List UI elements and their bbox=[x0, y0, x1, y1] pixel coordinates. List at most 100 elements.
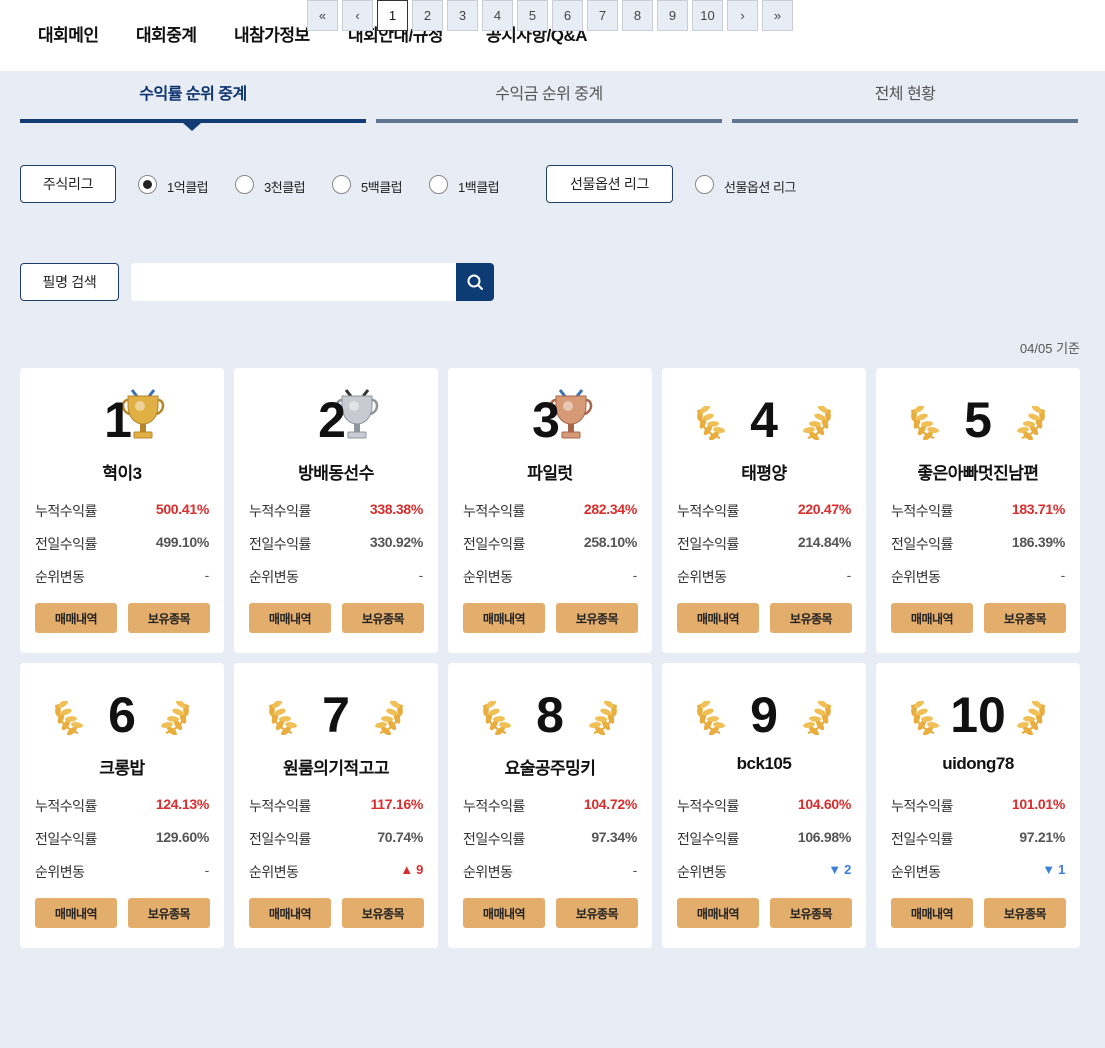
rank-badge: 5 bbox=[876, 384, 1080, 450]
holdings-button[interactable]: 보유종목 bbox=[984, 898, 1066, 928]
row-label: 전일수익률 bbox=[677, 536, 739, 552]
holdings-button[interactable]: 보유종목 bbox=[556, 603, 638, 633]
cumulative-return-row: 누적수익률 338.38% bbox=[249, 501, 423, 521]
row-label: 누적수익률 bbox=[677, 503, 739, 519]
cumulative-return-value: 338.38% bbox=[369, 501, 423, 517]
radio-label: 3천클럽 bbox=[264, 180, 306, 195]
next-page-button[interactable]: › bbox=[727, 0, 758, 31]
row-label: 전일수익률 bbox=[891, 831, 953, 847]
trade-history-button[interactable]: 매매내역 bbox=[35, 898, 117, 928]
trade-history-button[interactable]: 매매내역 bbox=[891, 898, 973, 928]
row-label: 순위변동 bbox=[463, 864, 513, 880]
rank-change-row: 순위변동 - bbox=[35, 862, 209, 882]
previous-return-row: 전일수익률 97.21% bbox=[891, 829, 1065, 849]
tab-profit-amount[interactable]: 수익금 순위 중계 bbox=[376, 71, 722, 125]
trade-history-button[interactable]: 매매내역 bbox=[463, 898, 545, 928]
tab-label: 수익률 순위 중계 bbox=[139, 86, 247, 103]
reference-date: 04/05 기준 bbox=[1019, 341, 1080, 356]
holdings-button[interactable]: 보유종목 bbox=[342, 898, 424, 928]
tab-underline bbox=[376, 119, 722, 123]
ranking-card: 5 좋은아빠멋진남편 누적수익률 183.71% 전일수익률 186.39% 순위변동 - 매매… bbox=[876, 368, 1080, 653]
row-label: 누적수익률 bbox=[249, 503, 311, 519]
trade-history-button[interactable]: 매매내역 bbox=[677, 898, 759, 928]
prev-page-button[interactable]: ‹ bbox=[342, 0, 373, 31]
holdings-button[interactable]: 보유종목 bbox=[128, 898, 210, 928]
previous-return-value: 106.98% bbox=[797, 829, 851, 845]
holdings-button[interactable]: 보유종목 bbox=[128, 603, 210, 633]
rank-change-value: - bbox=[204, 567, 210, 583]
search-button[interactable] bbox=[456, 263, 494, 301]
trade-history-button[interactable]: 매매내역 bbox=[35, 603, 117, 633]
trade-history-button[interactable]: 매매내역 bbox=[463, 603, 545, 633]
rank-change-row: 순위변동 ▼ 1 bbox=[891, 862, 1065, 882]
previous-return-value: 330.92% bbox=[369, 534, 423, 550]
holdings-button[interactable]: 보유종목 bbox=[770, 603, 852, 633]
holdings-button[interactable]: 보유종목 bbox=[770, 898, 852, 928]
rank-change-value: - bbox=[846, 567, 852, 583]
search-icon bbox=[467, 274, 483, 290]
nickname-search-label-button[interactable]: 필명 검색 bbox=[20, 263, 119, 301]
rank-change-row: 순위변동 ▲ 9 bbox=[249, 862, 423, 882]
nav-item-broadcast[interactable]: 대회중계 bbox=[136, 21, 197, 46]
rank-change-row: 순위변동 - bbox=[677, 567, 851, 587]
cumulative-return-row: 누적수익률 124.13% bbox=[35, 796, 209, 816]
page-button[interactable]: 10 bbox=[692, 0, 723, 31]
rank-badge: 6 bbox=[20, 679, 224, 745]
previous-return-value: 97.21% bbox=[1019, 829, 1065, 845]
rank-badge: 7 bbox=[234, 679, 438, 745]
tab-overview[interactable]: 전체 현황 bbox=[732, 71, 1078, 125]
laurel-wreath-right-icon bbox=[160, 699, 198, 736]
page-button[interactable]: 2 bbox=[412, 0, 443, 31]
previous-return-value: 97.34% bbox=[591, 829, 637, 845]
page-button[interactable]: 8 bbox=[622, 0, 653, 31]
page-button[interactable]: 6 bbox=[552, 0, 583, 31]
row-label: 순위변동 bbox=[249, 864, 299, 880]
laurel-wreath-right-icon bbox=[1016, 699, 1054, 736]
page-button[interactable]: 1 bbox=[377, 0, 408, 31]
last-page-button[interactable]: » bbox=[762, 0, 793, 31]
row-label: 누적수익률 bbox=[249, 798, 311, 814]
holdings-button[interactable]: 보유종목 bbox=[556, 898, 638, 928]
trade-history-button[interactable]: 매매내역 bbox=[891, 603, 973, 633]
page-button[interactable]: 7 bbox=[587, 0, 618, 31]
nav-item-main[interactable]: 대회메인 bbox=[38, 21, 99, 46]
previous-return-row: 전일수익률 214.84% bbox=[677, 534, 851, 554]
holdings-button[interactable]: 보유종목 bbox=[984, 603, 1066, 633]
player-nickname: 요술공주밍키 bbox=[504, 759, 596, 778]
page-button[interactable]: 4 bbox=[482, 0, 513, 31]
rank-number: 3 bbox=[532, 392, 560, 448]
radio-label: 선물옵션 리그 bbox=[724, 180, 796, 195]
first-page-button[interactable]: « bbox=[307, 0, 338, 31]
rank-change-value: - bbox=[1060, 567, 1066, 583]
trade-history-button[interactable]: 매매내역 bbox=[677, 603, 759, 633]
previous-return-value: 258.10% bbox=[583, 534, 637, 550]
previous-return-value: 214.84% bbox=[797, 534, 851, 550]
page-button[interactable]: 9 bbox=[657, 0, 688, 31]
ranking-card: 2 방배동선수 누적수익률 338.38% 전일수익률 330.92% 순위변동 - 매매내역 보… bbox=[234, 368, 438, 653]
page-button[interactable]: 5 bbox=[517, 0, 548, 31]
rank-change-value: ▼ 1 bbox=[1042, 862, 1065, 877]
search-input[interactable] bbox=[131, 263, 456, 301]
tab-return-rate[interactable]: 수익률 순위 중계 bbox=[20, 71, 366, 131]
radio-circle bbox=[235, 175, 254, 194]
cumulative-return-value: 124.13% bbox=[155, 796, 209, 812]
ranking-card: 8 요술공주밍키 누적수익률 104.72% 전일수익률 97.34% 순위변동 - 매매내역 보… bbox=[448, 663, 652, 948]
ranking-card: 3 파일럿 누적수익률 282.34% 전일수익률 258.10% 순위변동 - 매매내역 보유종… bbox=[448, 368, 652, 653]
cumulative-return-row: 누적수익률 101.01% bbox=[891, 796, 1065, 816]
trade-history-button[interactable]: 매매내역 bbox=[249, 603, 331, 633]
ranking-card: 7 원룸의기적고고 누적수익률 117.16% 전일수익률 70.74% 순위변동 ▲ 9 매매… bbox=[234, 663, 438, 948]
holdings-button[interactable]: 보유종목 bbox=[342, 603, 424, 633]
trade-history-button[interactable]: 매매내역 bbox=[249, 898, 331, 928]
futures-league-button[interactable]: 선물옵션 리그 bbox=[546, 165, 673, 203]
previous-return-row: 전일수익률 129.60% bbox=[35, 829, 209, 849]
rank-number: 1 bbox=[104, 392, 132, 448]
cumulative-return-value: 104.60% bbox=[797, 796, 851, 812]
row-label: 전일수익률 bbox=[677, 831, 739, 847]
row-label: 누적수익률 bbox=[891, 798, 953, 814]
page-button[interactable]: 3 bbox=[447, 0, 478, 31]
stock-league-button[interactable]: 주식리그 bbox=[20, 165, 116, 203]
previous-return-row: 전일수익률 499.10% bbox=[35, 534, 209, 554]
row-label: 전일수익률 bbox=[463, 536, 525, 552]
rank-badge: 3 bbox=[448, 384, 652, 450]
nav-item-my-info[interactable]: 내참가정보 bbox=[234, 21, 310, 46]
